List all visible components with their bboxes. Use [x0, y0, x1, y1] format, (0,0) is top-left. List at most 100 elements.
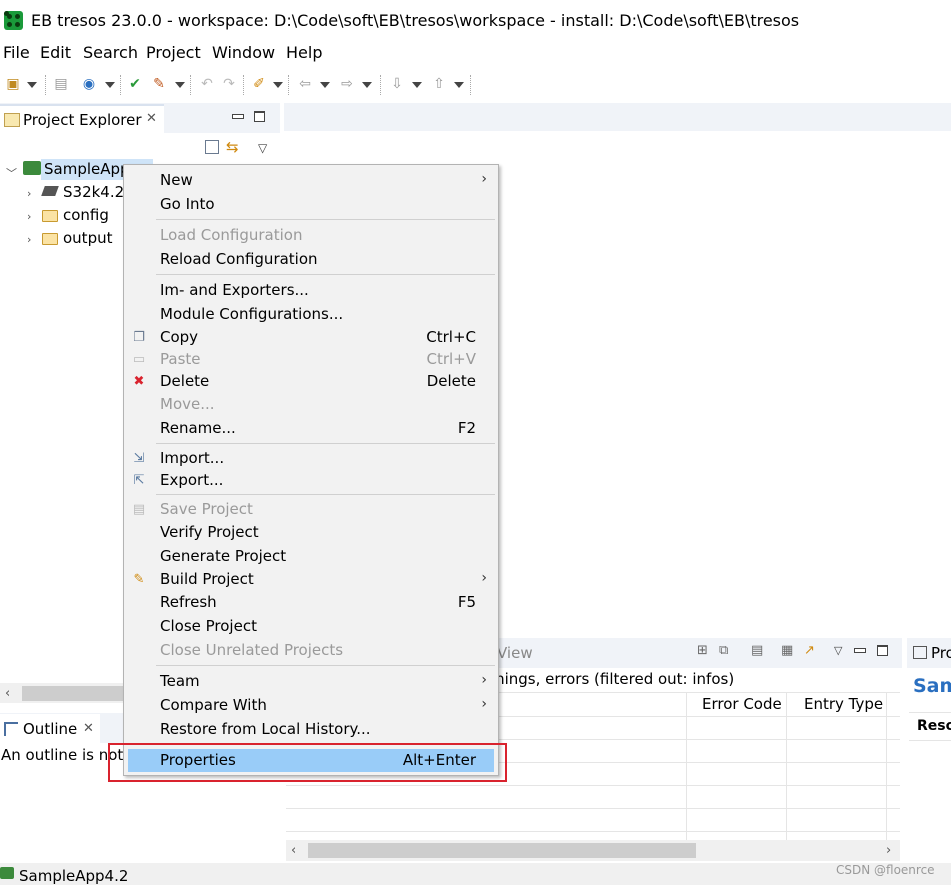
tree-item-output[interactable]: output [63, 229, 112, 247]
project-icon [23, 161, 41, 175]
menu-separator [156, 494, 495, 495]
pin-dropdown-arrow-icon[interactable] [273, 82, 283, 88]
save-icon[interactable]: ▤ [52, 75, 70, 93]
properties-view-body [907, 668, 951, 863]
back-icon[interactable]: ⇦ [296, 75, 314, 93]
submenu-arrow-icon: › [481, 696, 487, 712]
menu-item-im-and-exporters[interactable]: Im- and Exporters... [160, 281, 309, 299]
export-log-icon[interactable]: ▦ [781, 643, 793, 658]
new-dropdown-arrow-icon[interactable] [27, 82, 37, 88]
menu-window[interactable]: Window [212, 43, 275, 62]
column-header-resource[interactable]: Reso [917, 718, 951, 734]
menu-item-compare-with[interactable]: Compare With [160, 696, 267, 714]
minimize-icon[interactable] [232, 114, 244, 119]
properties-view-title[interactable]: Pro [931, 644, 951, 662]
menu-bar: File Edit Search Project Window Help [0, 40, 951, 66]
import-log-icon[interactable]: ↗ [804, 643, 815, 658]
folder-icon [42, 233, 58, 245]
column-header-entry-type[interactable]: Entry Type [804, 695, 883, 713]
menu-item-module-configurations[interactable]: Module Configurations... [160, 305, 343, 323]
paste-icon: ▭ [132, 352, 146, 367]
redo-icon[interactable]: ↷ [220, 75, 238, 93]
menu-item-close-unrelated-projects: Close Unrelated Projects [160, 641, 344, 659]
menu-item-rename[interactable]: Rename... [160, 419, 236, 437]
menu-separator [156, 443, 495, 444]
scroll-left-icon[interactable]: ‹ [291, 843, 296, 858]
menu-item-go-into[interactable]: Go Into [160, 195, 215, 213]
column-header-error-code[interactable]: Error Code [702, 695, 782, 713]
status-text: SampleApp4.2 [19, 867, 129, 885]
menu-item-copy[interactable]: Copy [160, 328, 198, 346]
chevron-right-icon[interactable]: › [27, 233, 31, 246]
problems-view-title[interactable]: View [497, 644, 533, 662]
annotation-highlight-box [108, 743, 507, 782]
generate-dropdown-arrow-icon[interactable] [175, 82, 185, 88]
menu-item-build-project[interactable]: Build Project [160, 570, 254, 588]
menu-item-new[interactable]: New [160, 171, 193, 189]
menu-item-reload-configuration[interactable]: Reload Configuration [160, 250, 318, 268]
menu-item-delete[interactable]: Delete [160, 372, 209, 390]
menu-item-export[interactable]: Export... [160, 471, 223, 489]
prev-annotation-icon[interactable]: ⇧ [430, 75, 448, 93]
toolbar-separator [470, 75, 472, 95]
scroll-left-icon[interactable]: ‹ [5, 686, 10, 701]
view-menu-icon[interactable]: ▽ [834, 644, 842, 657]
forward-dropdown-arrow-icon[interactable] [362, 82, 372, 88]
status-bar [0, 863, 951, 885]
next-annotation-dropdown-arrow-icon[interactable] [412, 82, 422, 88]
import-icon: ⇲ [133, 451, 145, 466]
pin-icon[interactable]: ✐ [250, 75, 268, 93]
menu-file[interactable]: File [3, 43, 30, 62]
menu-search[interactable]: Search [83, 43, 138, 62]
forward-icon[interactable]: ⇨ [338, 75, 356, 93]
scroll-right-icon[interactable]: › [886, 843, 891, 858]
close-icon[interactable]: ✕ [146, 111, 157, 126]
tree-item-s32k4[interactable]: S32k4.2 [63, 183, 124, 201]
menu-item-close-project[interactable]: Close Project [160, 617, 257, 635]
menu-item-team[interactable]: Team [160, 672, 200, 690]
chevron-right-icon[interactable]: › [27, 187, 31, 200]
scrollbar-thumb[interactable] [308, 843, 696, 858]
menu-item-refresh[interactable]: Refresh [160, 593, 217, 611]
chevron-right-icon[interactable]: › [27, 210, 31, 223]
undo-icon[interactable]: ↶ [198, 75, 216, 93]
menu-item-verify-project[interactable]: Verify Project [160, 523, 259, 541]
chevron-down-icon[interactable]: ﹀ [6, 165, 17, 181]
filter-icon[interactable]: ▤ [751, 643, 763, 658]
new-wizard-icon[interactable]: ▣ [4, 75, 22, 93]
view-menu-icon[interactable]: ▽ [258, 141, 267, 155]
maximize-icon[interactable] [877, 645, 888, 656]
prev-annotation-dropdown-arrow-icon[interactable] [454, 82, 464, 88]
menu-item-paste: Paste [160, 350, 201, 368]
tree-item-sampleapp[interactable]: SampleApp [44, 160, 130, 178]
watermark: CSDN @floenrce [836, 863, 935, 877]
table-row-divider [286, 808, 900, 809]
menu-item-restore-from-local-history[interactable]: Restore from Local History... [160, 720, 371, 738]
tree-item-config[interactable]: config [63, 206, 109, 224]
globe-icon[interactable]: ◉ [80, 75, 98, 93]
check-project-icon[interactable]: ✔ [126, 75, 144, 93]
toolbar-separator [120, 75, 122, 95]
link-with-editor-icon[interactable]: ⇆ [226, 138, 239, 156]
collapse-all-icon[interactable] [205, 140, 219, 154]
menu-help[interactable]: Help [286, 43, 322, 62]
menu-separator [156, 665, 495, 666]
globe-dropdown-arrow-icon[interactable] [105, 82, 115, 88]
build-icon: ✎ [133, 572, 145, 587]
expand-all-icon[interactable]: ⊞ [697, 643, 708, 658]
maximize-icon[interactable] [254, 111, 265, 122]
minimize-icon[interactable] [854, 648, 866, 653]
back-dropdown-arrow-icon[interactable] [320, 82, 330, 88]
menu-edit[interactable]: Edit [40, 43, 71, 62]
menu-item-import[interactable]: Import... [160, 449, 224, 467]
next-annotation-icon[interactable]: ⇩ [388, 75, 406, 93]
menu-item-generate-project[interactable]: Generate Project [160, 547, 286, 565]
scrollbar-thumb[interactable] [22, 686, 126, 701]
table-row-divider [286, 831, 900, 832]
close-icon[interactable]: ✕ [83, 721, 94, 736]
title-bar: EB tresos 23.0.0 - workspace: D:\Code\so… [0, 0, 951, 40]
generate-icon[interactable]: ✎ [150, 75, 168, 93]
menu-project[interactable]: Project [146, 43, 201, 62]
collapse-all-icon[interactable]: ⧉ [719, 643, 728, 658]
menu-separator [156, 274, 495, 275]
